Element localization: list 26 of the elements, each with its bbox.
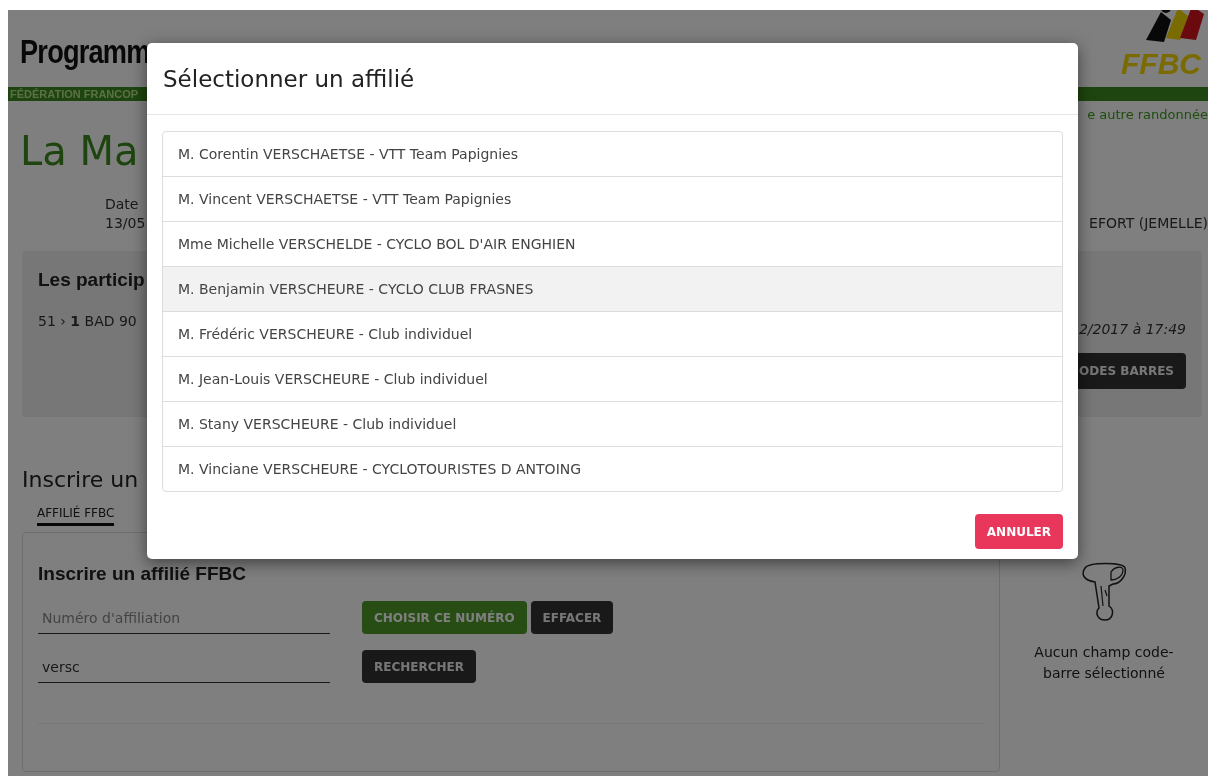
member-list-item[interactable]: M. Vinciane VERSCHEURE - CYCLOTOURISTES D ANTOING	[163, 446, 1062, 491]
cancel-button[interactable]: ANNULER	[974, 514, 1063, 549]
clear-button[interactable]: EFFACER	[530, 601, 614, 634]
event-title: La Ma	[20, 128, 139, 174]
timestamp: 2/2017 à 17:49	[1078, 321, 1186, 337]
event-location: EFORT (JEMELLE)	[1089, 215, 1208, 231]
site-title: Programm	[20, 32, 150, 71]
scanner-message: Aucun champ code-barre sélectionné	[1033, 643, 1175, 683]
member-list-item[interactable]: M. Corentin VERSCHAETSE - VTT Team Papignies	[163, 132, 1062, 176]
federation-name: FÉDÉRATION FRANCOP	[10, 88, 139, 100]
dialog-title: Sélectionner un affilié	[163, 65, 415, 92]
member-list-item[interactable]: M. Stany VERSCHEURE - Club individuel	[163, 401, 1062, 446]
member-list-item[interactable]: M. Jean-Louis VERSCHEURE - Club individuel	[163, 356, 1062, 401]
participants-title: Les particip	[38, 269, 145, 291]
search-button[interactable]: RECHERCHER	[362, 650, 476, 683]
section-title: Inscrire un	[22, 467, 139, 492]
date-label: Date	[105, 196, 140, 212]
barcode-scanner-icon	[1079, 562, 1129, 624]
participant-entry: 51 › 1 BAD 90	[38, 313, 138, 329]
date-value: 13/05	[105, 215, 146, 231]
cyclists-logo: FFBC	[1116, 10, 1206, 88]
member-list-item[interactable]: M. Frédéric VERSCHEURE - Club individuel	[163, 311, 1062, 356]
member-list-item[interactable]: M. Vincent VERSCHAETSE - VTT Team Papignies	[163, 176, 1062, 221]
member-list-item[interactable]: M. Benjamin VERSCHEURE - CYCLO CLUB FRASNES	[163, 266, 1062, 311]
form-title: Inscrire un affilié FFBC	[38, 563, 247, 585]
tab[interactable]: AFFILIÉ FFBC	[37, 506, 115, 526]
